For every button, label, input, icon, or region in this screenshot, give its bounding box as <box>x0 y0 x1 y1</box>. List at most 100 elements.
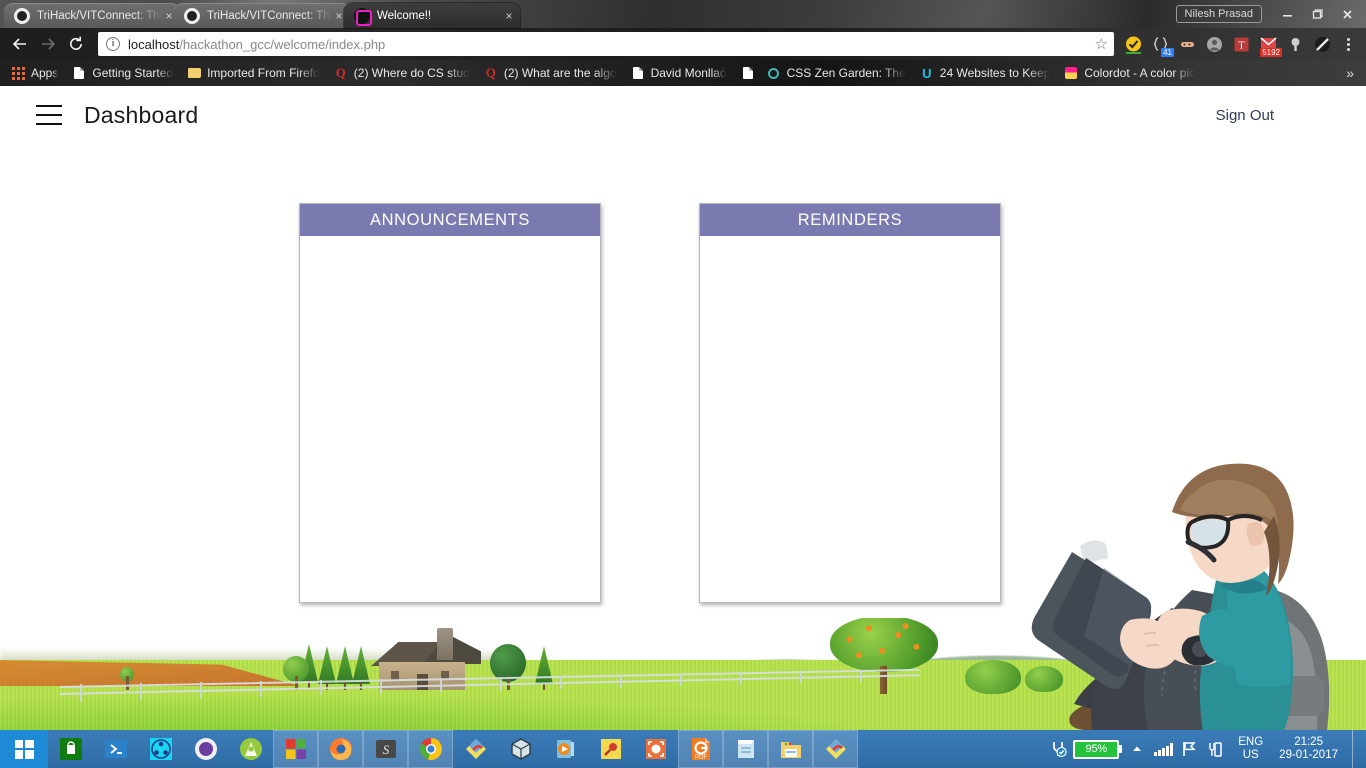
bookmark-label: (2) What are the algo <box>503 66 617 80</box>
windows-start-button[interactable] <box>0 730 48 768</box>
close-button[interactable] <box>1332 3 1362 25</box>
bookmarks-overflow-icon[interactable]: » <box>1338 65 1362 81</box>
forward-button[interactable] <box>34 30 62 58</box>
adblock-extension[interactable] <box>1120 30 1147 58</box>
battery-percent: 95% <box>1073 739 1120 759</box>
browser-tab-3-active[interactable]: Welcome!! × <box>344 3 520 28</box>
bookmark-unnamed[interactable] <box>734 64 760 82</box>
ring-icon <box>767 66 781 80</box>
taskbar-firefox[interactable] <box>318 730 363 768</box>
taskbar-sublime-text[interactable]: S <box>363 730 408 768</box>
app-header: Dashboard Sign Out <box>0 86 1366 144</box>
reminders-card-body[interactable] <box>700 236 1000 602</box>
device-icon[interactable] <box>1204 730 1226 768</box>
taskbar-sticky-notes[interactable] <box>588 730 633 768</box>
tab-close-icon[interactable]: × <box>502 9 516 23</box>
bookmark-label: Imported From Firefo <box>207 66 320 80</box>
student-reading-book-illustration <box>976 438 1366 738</box>
svg-text:S: S <box>382 742 389 757</box>
url-path: /hackathon_gcc/welcome/index.php <box>179 36 386 52</box>
taskbar-notepad[interactable] <box>723 730 768 768</box>
key-extension[interactable] <box>1282 30 1309 58</box>
taskbar-google-chrome[interactable] <box>408 730 453 768</box>
theme-extension[interactable] <box>1309 30 1336 58</box>
bookmark-css-zen-garden[interactable]: CSS Zen Garden: The <box>760 64 913 82</box>
show-desktop-button[interactable] <box>1352 730 1360 768</box>
bookmark-what-are-the-algorithms[interactable]: Q (2) What are the algo <box>477 64 624 82</box>
extension-badge: 5192 <box>1260 48 1282 57</box>
taskbar-pdf-converter[interactable]: PDF <box>678 730 723 768</box>
colordot-icon <box>1064 66 1078 80</box>
apps-grid-icon <box>11 66 25 80</box>
bookmark-apps[interactable]: Apps <box>4 64 65 82</box>
reload-button[interactable] <box>62 30 90 58</box>
taskbar-file-explorer[interactable] <box>768 730 813 768</box>
bookmark-label: 24 Websites to Keep <box>939 66 1051 80</box>
bookmark-getting-started[interactable]: Getting Started <box>65 64 180 82</box>
back-button[interactable] <box>6 30 34 58</box>
extensions-strip: 41 T 5192 <box>1120 30 1360 58</box>
bookmark-david-monllao[interactable]: David Monllaó <box>624 64 734 82</box>
signal-bars-icon[interactable] <box>1152 730 1174 768</box>
site-icon <box>354 7 372 26</box>
hamburger-menu-icon[interactable] <box>36 105 62 125</box>
reminders-card-title: REMINDERS <box>700 204 1000 236</box>
svg-text:PDF: PDF <box>695 755 707 761</box>
bookmark-label: David Monllaó <box>650 66 727 80</box>
language-indicator[interactable]: ENG US <box>1230 736 1271 762</box>
announcements-card: ANNOUNCEMENTS <box>299 203 601 603</box>
bookmark-label: Apps <box>31 66 59 80</box>
taskbar-cortana-circle[interactable] <box>183 730 228 768</box>
bookmark-colordot[interactable]: Colordot - A color pic <box>1057 64 1202 82</box>
user-extension[interactable] <box>1201 30 1228 58</box>
address-bar[interactable]: i localhost/hackathon_gcc/welcome/index.… <box>98 32 1114 56</box>
announcements-card-title: ANNOUNCEMENTS <box>300 204 600 236</box>
clock[interactable]: 21:25 29-01-2017 <box>1275 736 1348 762</box>
taskbar-microsoft-store[interactable] <box>48 730 93 768</box>
bookmark-label: Colordot - A color pic <box>1084 66 1196 80</box>
show-hidden-icons-chevron[interactable] <box>1126 730 1148 768</box>
announcements-card-body[interactable] <box>300 236 600 602</box>
bookmark-label: CSS Zen Garden: The <box>786 66 906 80</box>
windows-logo-icon <box>14 739 34 759</box>
mail-extension[interactable]: 5192 <box>1255 30 1282 58</box>
taskbar-apps: S PDF <box>48 730 858 768</box>
capsule-extension[interactable] <box>1174 30 1201 58</box>
bookmark-imported-from-firefox[interactable]: Imported From Firefo <box>180 64 327 82</box>
bookmark-24-websites-to-keep[interactable]: U 24 Websites to Keep <box>913 64 1058 82</box>
github-icon <box>14 7 30 24</box>
browser-tab-2[interactable]: TriHack/VITConnect: This × <box>174 3 350 28</box>
code-extension[interactable]: 41 <box>1147 30 1174 58</box>
battery-indicator[interactable]: 95% <box>1073 739 1123 759</box>
bookmark-star-icon[interactable]: ☆ <box>1095 35 1108 53</box>
power-plug-icon[interactable] <box>1047 730 1069 768</box>
page-info-icon[interactable]: i <box>106 37 120 51</box>
taskbar-android-studio[interactable] <box>228 730 273 768</box>
taskbar-paint-diamond[interactable] <box>453 730 498 768</box>
sign-out-link[interactable]: Sign Out <box>1216 107 1274 124</box>
maximize-button[interactable] <box>1302 3 1332 25</box>
taskbar-microsoft-office[interactable] <box>273 730 318 768</box>
quora-icon: Q <box>335 65 346 80</box>
taskbar-paint-diamond-2[interactable] <box>813 730 858 768</box>
taskbar-virtualbox[interactable] <box>498 730 543 768</box>
taskbar-screenshot-tool[interactable] <box>633 730 678 768</box>
extension-badge: 41 <box>1161 48 1174 57</box>
taskbar-network-share[interactable] <box>138 730 183 768</box>
u-icon: U <box>922 65 932 81</box>
page-icon <box>72 66 86 80</box>
chrome-menu-icon[interactable] <box>1336 30 1360 58</box>
system-tray: 95% ENG US 21:25 29-01-2017 <box>1047 730 1366 768</box>
taskbar-powershell[interactable] <box>93 730 138 768</box>
page-icon <box>741 66 755 80</box>
taskbar-media-player[interactable] <box>543 730 588 768</box>
profile-name-chip[interactable]: Nilesh Prasad <box>1175 5 1262 23</box>
clock-date: 29-01-2017 <box>1279 749 1338 761</box>
reminders-card: REMINDERS <box>699 203 1001 603</box>
translate-extension[interactable]: T <box>1228 30 1255 58</box>
minimize-button[interactable] <box>1272 3 1302 25</box>
url-host: localhost <box>128 36 180 52</box>
flag-icon[interactable] <box>1178 730 1200 768</box>
bookmark-where-do-cs-students[interactable]: Q (2) Where do CS stud <box>327 64 477 82</box>
browser-tab-1[interactable]: TriHack/VITConnect: This × <box>4 3 180 28</box>
